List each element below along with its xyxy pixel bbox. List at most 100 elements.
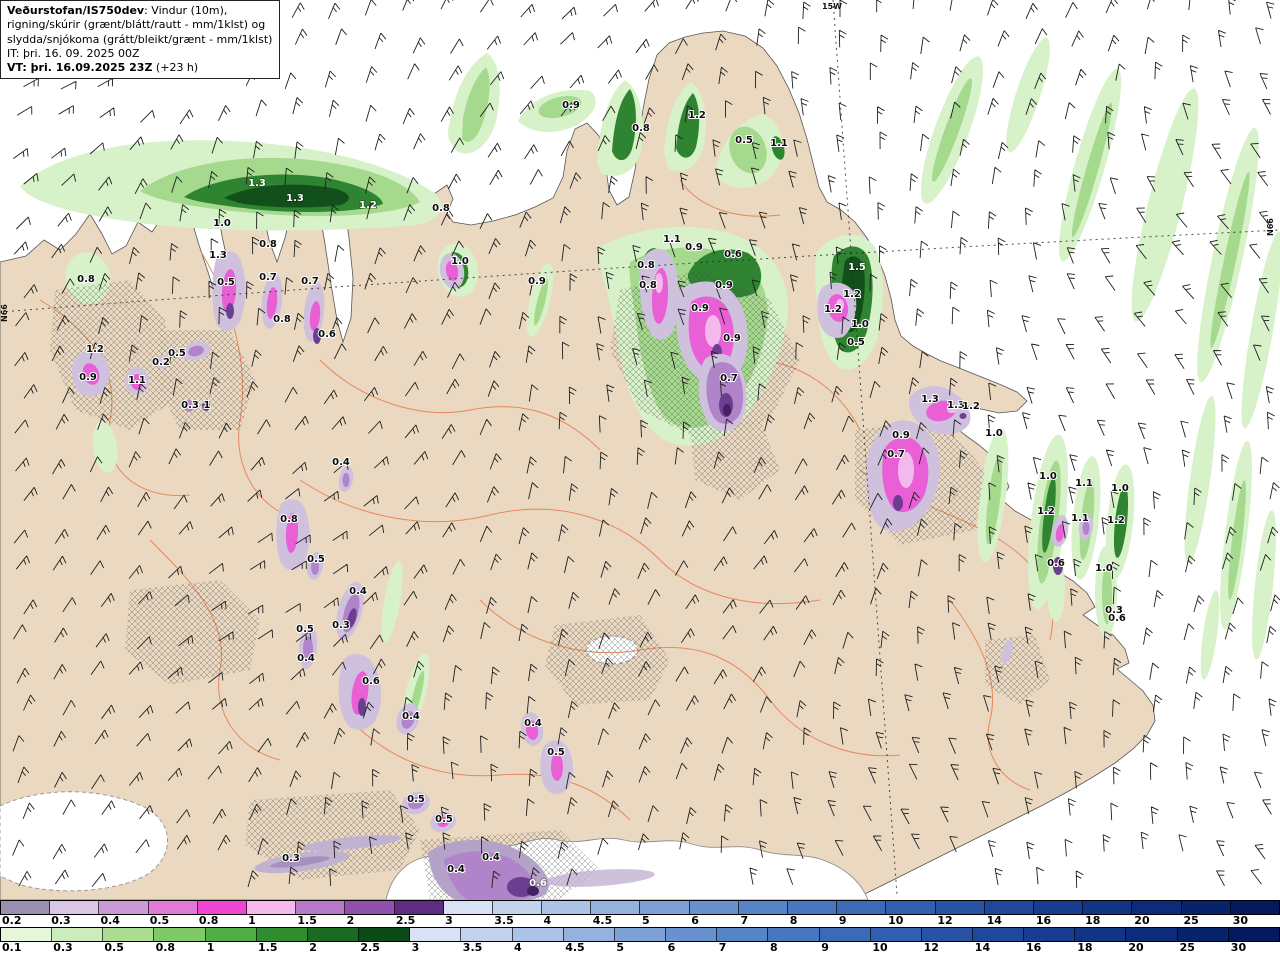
precip-value-label: 1.1	[1071, 513, 1089, 524]
colorbar-tick-label: 0.8	[198, 914, 219, 927]
colorbar-tick-label: 6	[691, 914, 699, 927]
colorbar-tick-label: 16	[1026, 941, 1042, 954]
colorbar-segment	[870, 928, 922, 941]
colorbar-tick-label: 0.8	[155, 941, 176, 954]
precip-value-label: 1.3	[286, 193, 304, 204]
valid-time-bold: VT: þri. 16.09.2025 23Z	[7, 61, 153, 75]
precip-value-label: 1.2	[843, 289, 861, 300]
colorbar-strip	[0, 900, 1280, 915]
precip-value-label: 0.8	[280, 514, 298, 525]
colorbar-segment	[52, 928, 104, 941]
precip-value-label: 0.3	[181, 400, 199, 411]
colorbar-tick-label: 12	[923, 941, 939, 954]
colorbar-tick-label: 14	[986, 914, 1002, 927]
colorbar-segment	[1033, 901, 1084, 914]
colorbar-segment	[935, 901, 985, 914]
colorbar-tick-label: 25	[1183, 914, 1199, 927]
colorbar-tick-label: 18	[1085, 914, 1101, 927]
precip-value-label: 1.0	[1095, 563, 1113, 574]
precip-value-label: 0.8	[637, 260, 655, 271]
legend-line-rain: rigning/skúrir (grænt/blátt/rautt - mm/1…	[7, 18, 266, 32]
precip-value-label: 0.6	[1108, 613, 1126, 624]
precip-value-label: 0.6	[529, 878, 547, 889]
precip-value-label: 0.4	[349, 586, 367, 597]
colorbar-tick-label: 30	[1230, 941, 1247, 954]
colorbar-tick-label: 0.1	[2, 941, 22, 954]
precip-value-label: 0.4	[332, 457, 350, 468]
weather-map: 0.9 0.8 1.2 0.5 1.1 1.3 1.3 1.2 0.8 1.0 1.3 0.8 1.1 0…	[0, 0, 1280, 900]
precip-value-label: 0.9	[562, 100, 580, 111]
precip-value-label: 0.5	[168, 348, 186, 359]
colorbar-tick-label: 0.3	[53, 941, 73, 954]
colorbar-segment	[614, 928, 667, 941]
precip-value-label: 0.9	[715, 280, 733, 291]
colorbar-segment	[394, 901, 444, 914]
parallel-label-left: N66	[0, 304, 9, 322]
colorbar-tick-label: 0.5	[104, 941, 124, 954]
colorbar-tick-label: 8	[770, 941, 778, 954]
precip-value-label: 0.9	[528, 276, 546, 287]
colorbar-tick-label: 20	[1128, 941, 1144, 954]
colorbar-segment	[1230, 901, 1279, 914]
precip-value-label: 0.5	[307, 554, 325, 565]
title-line: Veðurstofan/IS750dev: Vindur (10m),	[7, 4, 228, 17]
colorbar-tick-label: 0.4	[100, 914, 120, 927]
precip-value-label: 1.0	[1111, 483, 1129, 494]
colorbar-segment	[154, 928, 206, 941]
colorbar-segment	[542, 901, 592, 914]
colorbar-segment	[788, 901, 838, 914]
colorbar-tick-label: 4	[514, 941, 522, 954]
colorbar-tick-label: 1	[206, 941, 215, 954]
legend-line-sleet: slydda/snjókoma (grátt/bleikt/grænt - mm…	[7, 32, 273, 46]
precip-value-label: 1.1	[770, 138, 788, 149]
colorbar-segment	[1126, 928, 1178, 941]
colorbar-segment	[1075, 928, 1127, 941]
colorbar-tick-label: 2	[346, 914, 355, 927]
colorbar-tick-label: 14	[974, 941, 991, 954]
precip-value-label: 0.5	[735, 135, 753, 146]
precip-value-label: 1.3	[921, 394, 939, 405]
precip-value-label: 1.3	[209, 250, 227, 261]
precip-value-label: 1.3	[248, 178, 266, 189]
colorbar-tick-label: 0.5	[149, 914, 170, 927]
colorbar-segment	[837, 901, 887, 914]
colorbar-segment	[921, 928, 973, 941]
precip-value-label: 0.4	[482, 852, 500, 863]
colorbar-tick-label: 1.5	[258, 941, 278, 954]
colorbar-segment	[666, 928, 718, 941]
colorbar-tick-label: 0.2	[2, 914, 22, 927]
colorbar-rain: 0.1 0.3 0.5 0.8 1 1.5 2 2.5 3 3.5 4 4.5 5 6 7 8 9 10 12 14 1…	[0, 927, 1280, 954]
colorbar-segment	[984, 901, 1034, 914]
parallel-label-right: N66	[1266, 218, 1275, 236]
precip-value-label: 1.0	[851, 319, 869, 330]
colorbar-tick-label: 3	[445, 914, 453, 927]
precip-value-label: 0.4	[524, 718, 542, 729]
precip-value-label: 0.3	[332, 620, 350, 631]
colorbar-tick-label: 9	[838, 914, 847, 927]
precip-value-label: 0.9	[685, 242, 703, 253]
colorbar-tick-label: 6	[667, 941, 676, 954]
precip-value-label: 1.2	[688, 110, 706, 121]
colorbar-strip	[0, 927, 1280, 942]
precip-value-label: 1.2	[962, 401, 980, 412]
source-name: Veðurstofan/IS750dev	[7, 4, 145, 17]
precip-value-label: 1.0	[1039, 471, 1057, 482]
colorbar-segment	[886, 901, 936, 914]
colorbar-segment	[345, 901, 395, 914]
colorbar-segment	[461, 928, 513, 941]
colorbar-sleet-snow: 0.2 0.3 0.4 0.5 0.8 1 1.5 2 2.5 3 3.5 4 4.5 5 6 7 8 9 10 12…	[0, 900, 1280, 927]
colorbar-tick-label: 3.5	[494, 914, 514, 927]
colorbar-tick-label: 30	[1232, 914, 1249, 927]
colorbar-segment	[768, 928, 820, 941]
precip-value-label: 0.5	[435, 814, 453, 825]
colorbar-segment	[563, 928, 615, 941]
precip-value-label: 1.2	[824, 304, 842, 315]
colorbar-segment	[410, 928, 462, 941]
precip-value-label: 0.9	[892, 430, 910, 441]
colorbar-tick-label: 8	[789, 914, 798, 927]
precip-value-label: 1.2	[1037, 506, 1055, 517]
precip-value-label: 0.9	[723, 333, 741, 344]
precip-value-label: 0.8	[273, 314, 291, 325]
colorbar-segment	[1228, 928, 1279, 941]
precip-value-label: 0.5	[407, 794, 425, 805]
